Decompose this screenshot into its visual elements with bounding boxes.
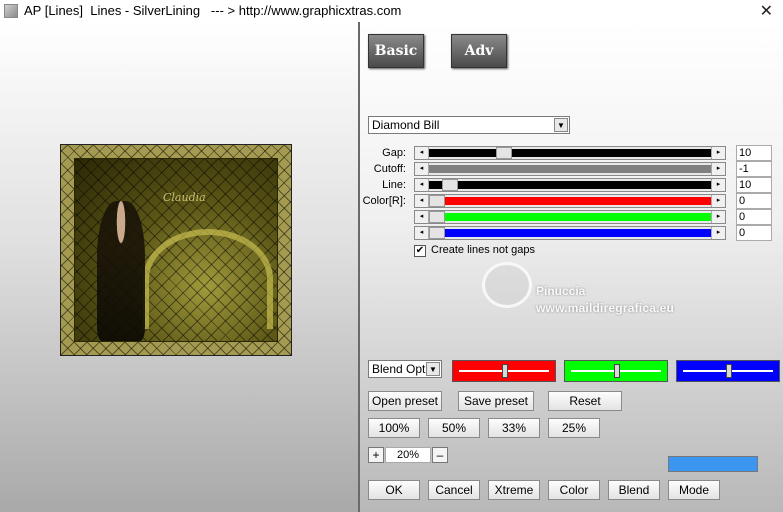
slider-track[interactable]: ◂ ▸ (414, 146, 726, 160)
slider-left-arrow-icon[interactable]: ◂ (415, 147, 429, 159)
slider-fill (429, 149, 711, 157)
mode-button[interactable]: Mode (668, 480, 720, 500)
chevron-down-icon[interactable]: ▼ (426, 362, 440, 376)
close-icon[interactable]: ✕ (760, 1, 773, 21)
slider-track[interactable]: ◂ ▸ (414, 178, 726, 192)
slider-left-arrow-icon[interactable]: ◂ (415, 211, 429, 223)
slider-right-arrow-icon[interactable]: ▸ (711, 211, 725, 223)
slider-fill (429, 213, 711, 221)
create-lines-label: Create lines not gaps (431, 244, 535, 256)
preview-figure (97, 201, 145, 341)
checkmark-icon: ✔ (415, 245, 425, 256)
slider-label: Cutoff: (373, 163, 406, 175)
slider-left-arrow-icon[interactable]: ◂ (415, 179, 429, 191)
slider-row: ◂ ▸ 0 (360, 225, 783, 241)
color-slider-knob[interactable] (726, 364, 732, 378)
slider-value-field[interactable]: 10 (736, 177, 772, 193)
chevron-down-icon[interactable]: ▼ (554, 118, 568, 132)
color-slider-knob[interactable] (502, 364, 508, 378)
controls-panel (360, 22, 783, 512)
slider-label: Gap: (382, 147, 406, 159)
watermark-name: Pinuccia (536, 284, 586, 298)
cancel-button[interactable]: Cancel (428, 480, 480, 500)
slider-left-arrow-icon[interactable]: ◂ (415, 195, 429, 207)
save-preset-button[interactable]: Save preset (458, 391, 534, 411)
preview-signature: Claudia (163, 191, 206, 204)
slider-row: Color[R]: ◂ ▸ 0 (360, 193, 783, 209)
create-lines-checkbox[interactable]: ✔ (414, 245, 426, 257)
slider-right-arrow-icon[interactable]: ▸ (711, 227, 725, 239)
watermark-url: www.maildiregrafica.eu (536, 301, 674, 315)
slider-right-arrow-icon[interactable]: ▸ (711, 147, 725, 159)
zoom-100-button[interactable]: 100% (368, 418, 420, 438)
zoom-level-field[interactable]: 20% (385, 447, 431, 463)
preview-inner-frame: Claudia (74, 158, 278, 342)
slider-right-arrow-icon[interactable]: ▸ (711, 179, 725, 191)
slider-thumb[interactable] (429, 227, 445, 239)
zoom-25-button[interactable]: 25% (548, 418, 600, 438)
window-title: AP [Lines] Lines - SilverLining --- > ht… (24, 3, 402, 18)
color-button[interactable]: Color (548, 480, 600, 500)
reset-button[interactable]: Reset (548, 391, 622, 411)
app-icon (4, 4, 18, 18)
slider-left-arrow-icon[interactable]: ◂ (415, 227, 429, 239)
slider-label: Line: (382, 179, 406, 191)
zoom-50-button[interactable]: 50% (428, 418, 480, 438)
slider-fill (429, 181, 711, 189)
slider-thumb[interactable] (429, 211, 445, 223)
slider-value-field[interactable]: 0 (736, 209, 772, 225)
preset-select-value: Diamond Bill (372, 118, 440, 132)
blend-select-value: Blend Optio (372, 362, 428, 376)
slider-right-arrow-icon[interactable]: ▸ (711, 195, 725, 207)
slider-fill (429, 229, 711, 237)
slider-label: Color[R]: (362, 195, 406, 207)
slider-track[interactable]: ◂ ▸ (414, 210, 726, 224)
slider-thumb[interactable] (496, 147, 512, 159)
slider-thumb[interactable] (442, 179, 459, 191)
preview-arch (143, 229, 273, 329)
preset-select[interactable]: Diamond Bill ▼ (368, 116, 570, 134)
slider-value-field[interactable]: 10 (736, 145, 772, 161)
slider-right-arrow-icon[interactable]: ▸ (711, 163, 725, 175)
xtreme-button[interactable]: Xtreme (488, 480, 540, 500)
adv-tab-button[interactable]: Adv (451, 34, 507, 68)
slider-fill (429, 165, 711, 173)
slider-track[interactable]: ◂ ▸ (414, 162, 726, 176)
slider-row: Line: ◂ ▸ 10 (360, 177, 783, 193)
zoom-in-button[interactable]: + (368, 447, 384, 463)
slider-thumb[interactable] (429, 195, 445, 207)
zoom-33-button[interactable]: 33% (488, 418, 540, 438)
slider-left-arrow-icon[interactable]: ◂ (415, 163, 429, 175)
slider-track[interactable]: ◂ ▸ (414, 194, 726, 208)
slider-row: ◂ ▸ 0 (360, 209, 783, 225)
blend-select[interactable]: Blend Optio ▼ (368, 360, 442, 378)
slider-value-field[interactable]: -1 (736, 161, 772, 177)
slider-track[interactable]: ◂ ▸ (414, 226, 726, 240)
watermark-heart-icon (482, 262, 532, 308)
preview-image[interactable]: Claudia (60, 144, 292, 356)
open-preset-button[interactable]: Open preset (368, 391, 442, 411)
slider-row: Cutoff: ◂ ▸ -1 (360, 161, 783, 177)
color-swatch[interactable] (668, 456, 758, 472)
blend-button[interactable]: Blend (608, 480, 660, 500)
color-level-slider[interactable] (564, 360, 668, 382)
slider-value-field[interactable]: 0 (736, 225, 772, 241)
ok-button[interactable]: OK (368, 480, 420, 500)
color-slider-knob[interactable] (614, 364, 620, 378)
color-level-slider[interactable] (676, 360, 780, 382)
title-bar: AP [Lines] Lines - SilverLining --- > ht… (0, 0, 783, 22)
basic-tab-button[interactable]: Basic (368, 34, 424, 68)
slider-fill (429, 197, 711, 205)
slider-row: Gap: ◂ ▸ 10 (360, 145, 783, 161)
color-level-slider[interactable] (452, 360, 556, 382)
zoom-out-button[interactable]: – (432, 447, 448, 463)
slider-value-field[interactable]: 0 (736, 193, 772, 209)
